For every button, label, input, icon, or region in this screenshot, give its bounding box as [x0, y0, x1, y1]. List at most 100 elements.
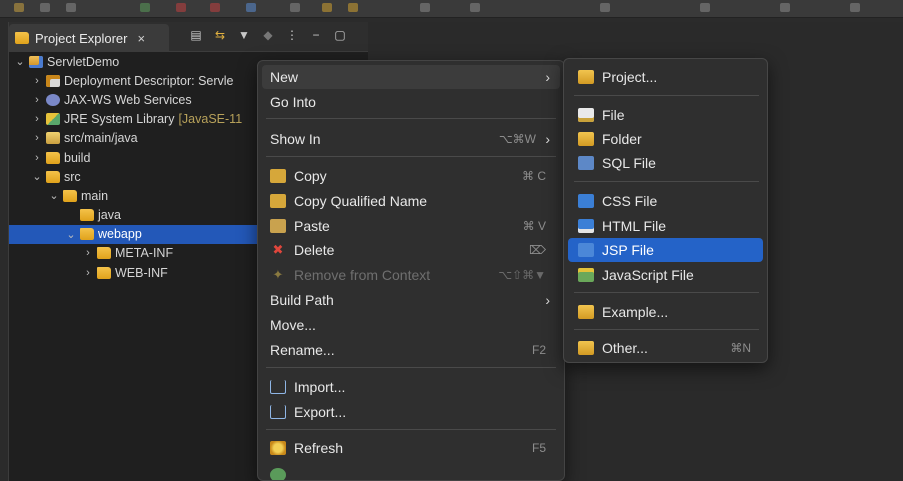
menu-item-partial[interactable] [262, 463, 560, 480]
menu-item-delete[interactable]: ✖ Delete ⌦ [262, 238, 560, 262]
toolbar-icon[interactable] [14, 3, 24, 12]
submenu-item-file[interactable]: File [568, 103, 763, 127]
chevron-right-icon[interactable]: › [81, 247, 95, 259]
menu-separator [266, 429, 556, 430]
menu-item-go-into[interactable]: Go Into [262, 90, 560, 114]
focus-icon[interactable]: ◆ [261, 28, 275, 42]
toolbar-icon[interactable] [780, 3, 790, 12]
view-menu-icon[interactable]: ⋮ [285, 28, 299, 42]
submenu-item-folder[interactable]: Folder [568, 127, 763, 151]
submenu-item-label: HTML File [602, 218, 667, 234]
toolbar-icon[interactable] [210, 3, 220, 12]
tree-item-label: src/main/java [64, 131, 138, 146]
chevron-right-icon: › [545, 131, 550, 147]
webservices-icon [46, 93, 60, 106]
tree-item-label: ServletDemo [47, 54, 120, 69]
toolbar-icon[interactable] [176, 3, 186, 12]
chevron-right-icon[interactable]: › [30, 132, 44, 144]
submenu-item-html-file[interactable]: HTML File [568, 214, 763, 238]
menu-separator [266, 156, 556, 157]
chevron-down-icon[interactable]: ⌄ [13, 55, 27, 68]
submenu-item-javascript-file[interactable]: JavaScript File [568, 263, 763, 287]
minimize-icon[interactable]: − [309, 28, 323, 42]
submenu-item-example[interactable]: Example... [568, 300, 763, 324]
chevron-down-icon[interactable]: ⌄ [64, 228, 78, 241]
export-icon [270, 405, 286, 419]
import-icon [270, 380, 286, 394]
toolbar-icon[interactable] [420, 3, 430, 12]
menu-item-copy[interactable]: Copy ⌘ C [262, 164, 560, 188]
menu-item-label: Refresh [294, 440, 344, 456]
shortcut-label: ⌥⇧⌘▼ [498, 268, 546, 282]
toolbar-icon[interactable] [700, 3, 710, 12]
menu-item-copy-qualified-name[interactable]: Copy Qualified Name [262, 189, 560, 213]
folder-icon [97, 247, 111, 260]
menu-item-paste[interactable]: Paste ⌘ V [262, 214, 560, 238]
menu-item-refresh[interactable]: Refresh F5 [262, 436, 560, 460]
menu-item-label: Copy [294, 168, 327, 184]
menu-item-move[interactable]: Move... [262, 313, 560, 337]
close-icon[interactable]: × [137, 31, 145, 46]
link-with-editor-icon[interactable]: ⇆ [213, 28, 227, 42]
submenu-item-label: Project... [602, 69, 658, 85]
chevron-right-icon[interactable]: › [30, 113, 44, 125]
chevron-down-icon[interactable]: ⌄ [47, 189, 61, 202]
remove-from-context-icon: ✦ [272, 267, 284, 282]
submenu-item-label: Folder [602, 131, 642, 147]
toolbar-icon[interactable] [600, 3, 610, 12]
menu-item-label: Import... [294, 379, 346, 395]
folder-icon [80, 209, 94, 222]
toolbar-icon[interactable] [246, 3, 256, 12]
toolbar-icon[interactable] [290, 3, 300, 12]
toolbar-icon[interactable] [140, 3, 150, 12]
submenu-item-label: CSS File [602, 193, 658, 209]
copy-icon [270, 169, 286, 183]
menu-item-new[interactable]: New › [262, 65, 560, 89]
chevron-down-icon[interactable]: ⌄ [30, 170, 44, 183]
paste-icon [270, 219, 286, 233]
toolbar-icon[interactable] [470, 3, 480, 12]
submenu-item-sql-file[interactable]: SQL File [568, 151, 763, 175]
collapse-all-icon[interactable]: ▤ [189, 28, 203, 42]
folder-icon [97, 266, 111, 279]
toolbar-icon[interactable] [348, 3, 358, 12]
tree-item-label: JRE System Library [64, 112, 175, 127]
tab-project-explorer[interactable]: Project Explorer × [9, 24, 169, 52]
submenu-item-label: Example... [602, 304, 669, 320]
toolbar-icon[interactable] [850, 3, 860, 12]
menu-item-label: Build Path [270, 292, 334, 308]
chevron-right-icon[interactable]: › [30, 75, 44, 87]
toolbar-icon[interactable] [322, 3, 332, 12]
submenu-item-other[interactable]: Other... ⌘N [568, 336, 763, 360]
menu-separator [574, 329, 759, 330]
jsp-file-icon [578, 243, 594, 257]
menu-item-label: Rename... [270, 342, 335, 358]
example-icon [578, 305, 594, 319]
filter-icon[interactable]: ▼ [237, 28, 251, 42]
chevron-right-icon[interactable]: › [30, 94, 44, 106]
menu-separator [266, 118, 556, 119]
submenu-item-jsp-file[interactable]: JSP File [568, 238, 763, 262]
view-toolbar: ▤ ⇆ ▼ ◆ ⋮ − ▢ [189, 28, 347, 42]
menu-item-import[interactable]: Import... [262, 375, 560, 399]
context-menu: New › Go Into Show In ⌥⌘W › Copy ⌘ C Cop… [257, 60, 565, 481]
toolbar-icon[interactable] [40, 3, 50, 12]
submenu-item-project[interactable]: Project... [568, 65, 763, 89]
delete-icon: ✖ [272, 242, 284, 257]
maximize-icon[interactable]: ▢ [333, 28, 347, 42]
menu-item-rename[interactable]: Rename... F2 [262, 338, 560, 362]
tree-item-label: build [64, 150, 91, 165]
chevron-right-icon[interactable]: › [30, 152, 44, 164]
chevron-right-icon[interactable]: › [81, 267, 95, 279]
tab-label: Project Explorer [35, 30, 128, 46]
toolbar-icon[interactable] [66, 3, 76, 12]
shortcut-label: ⌥⌘W [498, 132, 536, 146]
shortcut-label: ⌘ C [522, 169, 546, 183]
menu-item-build-path[interactable]: Build Path › [262, 288, 560, 312]
menu-item-label: Paste [294, 218, 330, 234]
menu-item-show-in[interactable]: Show In ⌥⌘W › [262, 127, 560, 151]
menu-item-export[interactable]: Export... [262, 400, 560, 424]
chevron-right-icon: › [545, 292, 550, 308]
submenu-item-css-file[interactable]: CSS File [568, 189, 763, 213]
new-folder-icon [578, 132, 594, 146]
